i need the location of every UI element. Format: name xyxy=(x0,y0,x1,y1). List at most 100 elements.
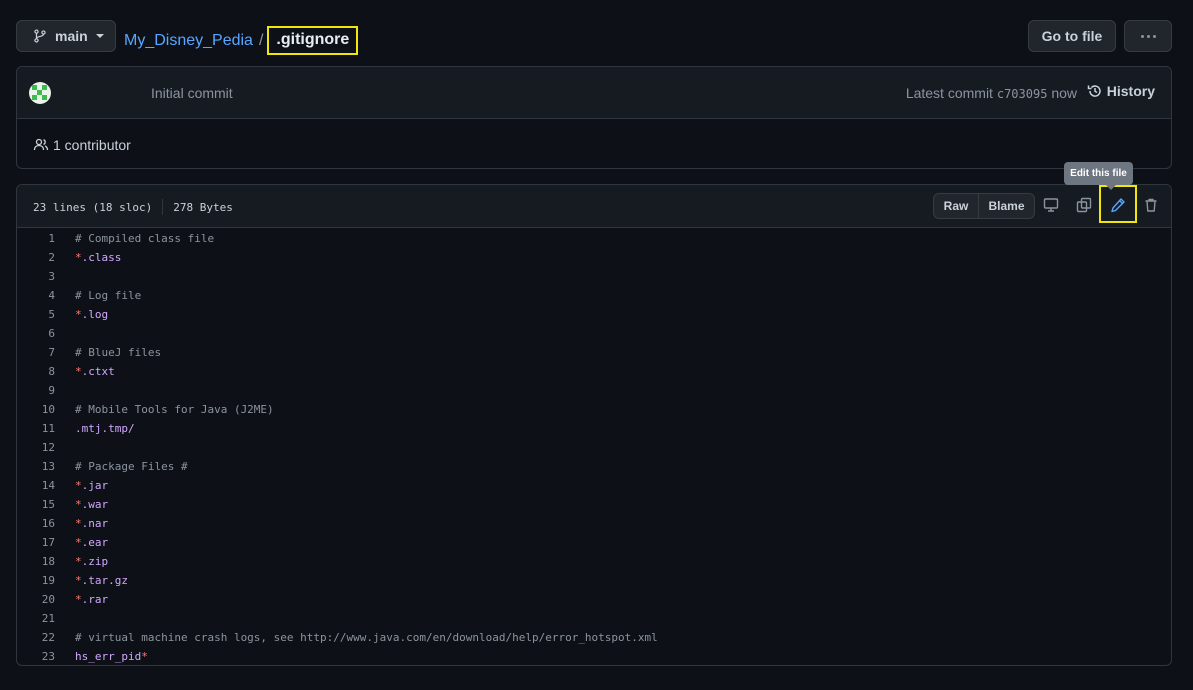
code-token: .rar xyxy=(81,593,109,606)
code-line: 11 .mtj.tmp/ xyxy=(17,419,1171,438)
line-content: *.ctxt xyxy=(75,362,115,381)
line-number[interactable]: 16 xyxy=(17,514,55,533)
code-line: 21 xyxy=(17,609,1171,628)
code-token: * xyxy=(75,593,82,606)
code-line: 12 xyxy=(17,438,1171,457)
code-line: 4 # Log file xyxy=(17,286,1171,305)
display-icon[interactable] xyxy=(1043,197,1059,213)
code-token: # Compiled class file xyxy=(75,232,215,245)
line-number[interactable]: 2 xyxy=(17,248,55,267)
people-icon xyxy=(33,138,49,151)
code-line: 7 # BlueJ files xyxy=(17,343,1171,362)
code-token: .mtj.tmp/ xyxy=(75,422,135,435)
line-content: *.ear xyxy=(75,533,108,552)
contributors-label: 1 contributor xyxy=(53,137,131,153)
line-number[interactable]: 20 xyxy=(17,590,55,609)
latest-commit-info: Latest commit c703095 now xyxy=(906,85,1077,101)
commit-message-link[interactable]: Initial commit xyxy=(151,85,233,101)
line-number[interactable]: 1 xyxy=(17,229,55,248)
line-number[interactable]: 22 xyxy=(17,628,55,647)
line-number[interactable]: 13 xyxy=(17,457,55,476)
kebab-dot-icon xyxy=(1146,34,1150,38)
avatar[interactable] xyxy=(29,82,51,104)
more-options-button[interactable] xyxy=(1124,20,1172,52)
line-number[interactable]: 17 xyxy=(17,533,55,552)
line-content: # Mobile Tools for Java (J2ME) xyxy=(75,400,274,419)
line-content: .mtj.tmp/ xyxy=(75,419,135,438)
file-header: 23 lines (18 sloc) 278 Bytes Raw Blame xyxy=(17,185,1171,228)
code-token: .nar xyxy=(81,517,109,530)
line-content: *.rar xyxy=(75,590,108,609)
code-token: .ctxt xyxy=(81,365,115,378)
line-content: *.log xyxy=(75,305,108,324)
code-line: 22 # virtual machine crash logs, see http… xyxy=(17,628,1171,647)
line-number[interactable]: 23 xyxy=(17,647,55,665)
line-number[interactable]: 10 xyxy=(17,400,55,419)
line-number[interactable]: 21 xyxy=(17,609,55,628)
line-content: # Compiled class file xyxy=(75,229,214,248)
code-token: * xyxy=(75,498,82,511)
kebab-dot-icon xyxy=(1140,34,1144,38)
breadcrumb: My_Disney_Pedia / .gitignore xyxy=(124,26,359,55)
line-number[interactable]: 18 xyxy=(17,552,55,571)
contributors-link[interactable]: 1 contributor xyxy=(33,137,131,153)
commit-sha-link[interactable]: c703095 xyxy=(997,87,1048,101)
copy-icon[interactable] xyxy=(1076,197,1092,213)
code-line: 16 *.nar xyxy=(17,514,1171,533)
history-icon xyxy=(1087,85,1101,97)
go-to-file-button[interactable]: Go to file xyxy=(1028,20,1116,52)
line-number[interactable]: 14 xyxy=(17,476,55,495)
commit-time: now xyxy=(1051,85,1077,101)
code-token: * xyxy=(75,251,82,264)
line-number[interactable]: 8 xyxy=(17,362,55,381)
branch-select-button[interactable]: main xyxy=(16,20,116,52)
code-token: .class xyxy=(81,251,122,264)
line-content: *.tar.gz xyxy=(75,571,128,590)
code-line: 17 *.ear xyxy=(17,533,1171,552)
code-token: * xyxy=(75,536,82,549)
code-line: 5 *.log xyxy=(17,305,1171,324)
code-line: 15 *.war xyxy=(17,495,1171,514)
pencil-icon[interactable] xyxy=(1110,197,1126,213)
history-link[interactable]: History xyxy=(1087,83,1155,99)
code-token: # virtual machine crash logs, see http:/… xyxy=(75,631,658,644)
line-content: # Package Files # xyxy=(75,457,188,476)
file-viewer: 23 lines (18 sloc) 278 Bytes Raw Blame 1… xyxy=(16,184,1172,666)
line-number[interactable]: 3 xyxy=(17,267,55,286)
line-number[interactable]: 5 xyxy=(17,305,55,324)
line-number[interactable]: 7 xyxy=(17,343,55,362)
code-token: .zip xyxy=(81,555,109,568)
code-token: # BlueJ files xyxy=(75,346,162,359)
code-line: 23 hs_err_pid* xyxy=(17,647,1171,665)
line-content: # Log file xyxy=(75,286,141,305)
divider xyxy=(162,199,164,215)
chevron-down-icon xyxy=(95,34,104,38)
line-number[interactable]: 15 xyxy=(17,495,55,514)
code-token: * xyxy=(75,365,82,378)
code-line: 1 # Compiled class file xyxy=(17,229,1171,248)
raw-button[interactable]: Raw xyxy=(933,193,979,219)
code-token: * xyxy=(75,308,82,321)
line-number[interactable]: 12 xyxy=(17,438,55,457)
line-number[interactable]: 9 xyxy=(17,381,55,400)
blame-button[interactable]: Blame xyxy=(979,193,1035,219)
line-number[interactable]: 19 xyxy=(17,571,55,590)
code-line: 19 *.tar.gz xyxy=(17,571,1171,590)
git-branch-icon xyxy=(34,29,46,43)
code-token: hs_err_pid xyxy=(75,650,142,663)
line-number[interactable]: 11 xyxy=(17,419,55,438)
trash-icon[interactable] xyxy=(1143,197,1159,213)
line-number[interactable]: 6 xyxy=(17,324,55,343)
code-line: 3 xyxy=(17,267,1171,286)
code-line: 10 # Mobile Tools for Java (J2ME) xyxy=(17,400,1171,419)
breadcrumb-separator: / xyxy=(258,31,264,49)
line-number[interactable]: 4 xyxy=(17,286,55,305)
code-token: # Package Files # xyxy=(75,460,188,473)
code-line: 6 xyxy=(17,324,1171,343)
code-token: * xyxy=(75,517,82,530)
code-token: * xyxy=(75,555,82,568)
code-line: 2 *.class xyxy=(17,248,1171,267)
code-token: # Log file xyxy=(75,289,142,302)
file-size: 278 Bytes xyxy=(173,200,233,214)
breadcrumb-repo-link[interactable]: My_Disney_Pedia xyxy=(124,32,253,50)
